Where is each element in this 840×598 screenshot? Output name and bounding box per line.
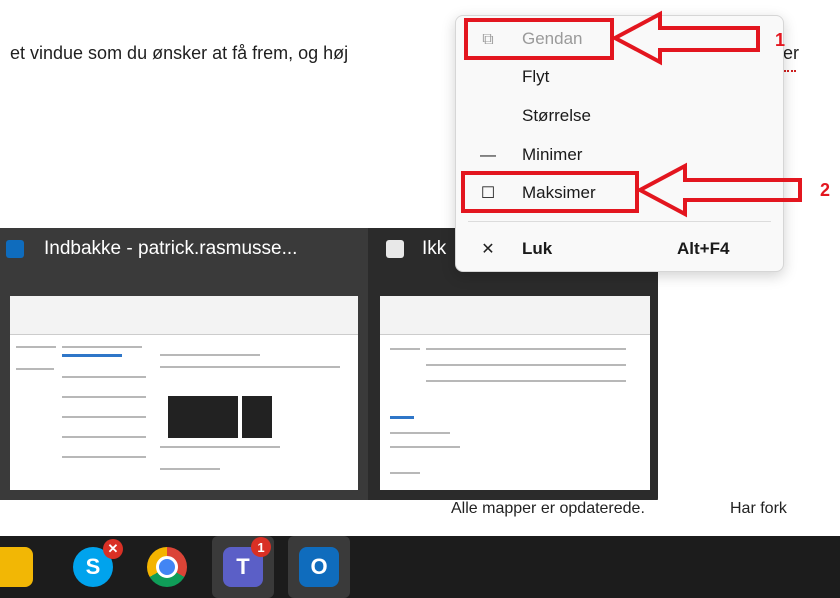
annotation-label-1: 1 [775, 30, 786, 50]
menu-item-size[interactable]: Størrelse [456, 99, 783, 135]
taskbar-file-explorer[interactable] [0, 536, 44, 598]
outlook-icon [6, 240, 24, 258]
highlight-restore [464, 18, 614, 60]
taskbar: S ✕ T 1 O [0, 536, 840, 598]
skype-icon: S ✕ [73, 539, 123, 587]
spellcheck-squiggle [784, 66, 796, 72]
taskbar-outlook[interactable]: O [288, 536, 350, 598]
menu-item-close[interactable]: ✕ Luk Alt+F4 [456, 232, 783, 268]
annotation-label-2: 2 [820, 180, 831, 200]
thumbnail-outlook[interactable]: Indbakke - patrick.rasmusse... [0, 228, 368, 506]
document-text-tail: er [783, 43, 800, 63]
status-bar [0, 500, 840, 526]
taskbar-chrome[interactable] [136, 536, 198, 598]
menu-item-shortcut: Alt+F4 [677, 239, 730, 258]
menu-item-minimize[interactable]: — Minimer [456, 138, 783, 174]
thumbnail-title-2: Ikk [422, 238, 447, 259]
teams-icon: T 1 [223, 537, 271, 587]
taskbar-skype[interactable]: S ✕ [62, 536, 124, 598]
error-badge: ✕ [103, 539, 123, 559]
menu-item-label: Flyt [522, 67, 550, 86]
status-sync-text: Alle mapper er opdaterede. [451, 500, 645, 517]
menu-item-move[interactable]: Flyt [456, 60, 783, 96]
close-icon: ✕ [481, 241, 495, 258]
status-connection-text: Har fork [730, 500, 787, 517]
outlook-icon: O [299, 547, 339, 587]
thumbnail-title: Indbakke - patrick.rasmusse... [44, 238, 298, 259]
highlight-maximize [461, 171, 639, 213]
document-text: et vindue som du ønsker at få frem, og h… [10, 43, 349, 63]
menu-separator [468, 221, 771, 222]
menu-item-label: Luk [522, 239, 553, 258]
menu-item-label: Størrelse [522, 106, 591, 125]
thumbnail-preview-2[interactable] [380, 296, 650, 490]
folder-icon [0, 547, 33, 587]
message-icon [386, 240, 404, 258]
thumbnail-preview [10, 296, 358, 490]
minimize-icon: — [480, 147, 496, 164]
taskbar-teams[interactable]: T 1 [212, 536, 274, 598]
notification-badge: 1 [251, 537, 271, 557]
chrome-icon [147, 547, 187, 587]
menu-item-label: Minimer [522, 145, 583, 164]
